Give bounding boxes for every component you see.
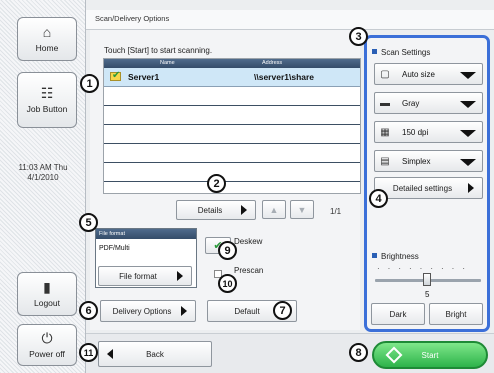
destination-row[interactable]: Server1 \\server1\share	[104, 68, 360, 87]
file-format-button-label: File format	[119, 271, 157, 281]
callout-2: 2	[207, 174, 226, 193]
sides-value: Simplex	[402, 157, 431, 166]
clock: 11:03 AM Thu 4/1/2010	[0, 163, 86, 183]
empty-row[interactable]	[104, 163, 360, 182]
job-button-label: Job Button	[26, 104, 68, 114]
col-address-header: Address	[262, 60, 283, 66]
document-icon: ▤	[380, 156, 390, 167]
destination-address: \\server1\share	[254, 72, 315, 82]
empty-row[interactable]	[104, 106, 360, 125]
back-label: Back	[146, 349, 164, 359]
file-format-button[interactable]: File format	[98, 266, 192, 286]
clipboard-icon: ☷	[40, 85, 54, 101]
color-mode-value: Gray	[402, 99, 420, 108]
chevron-down-icon	[460, 130, 476, 137]
file-format-header: File format	[96, 229, 196, 239]
prescan-label: Prescan	[234, 266, 264, 275]
delivery-options-label: Delivery Options	[112, 306, 172, 316]
home-icon: ⌂	[42, 24, 52, 40]
callout-4: 4	[369, 189, 388, 208]
logout-icon: ▮	[43, 279, 51, 295]
callout-9: 9	[218, 241, 237, 260]
page-title: Scan/Delivery Options	[95, 14, 170, 23]
bright-button[interactable]: Bright	[429, 303, 483, 325]
arrow-up-icon: ▲	[269, 204, 279, 215]
home-label: Home	[35, 43, 59, 53]
destination-name: Server1	[128, 72, 160, 82]
arrow-right-icon	[181, 306, 187, 316]
bright-label: Bright	[445, 309, 467, 319]
arrow-left-icon	[107, 349, 113, 359]
logout-button[interactable]: ▮ Logout	[17, 272, 77, 316]
details-button[interactable]: Details	[176, 200, 256, 220]
arrow-right-icon	[241, 205, 247, 215]
empty-row[interactable]	[104, 125, 360, 144]
power-icon: ⏻	[41, 330, 53, 346]
paper-size-select[interactable]: ▢ Auto size	[374, 63, 483, 85]
chevron-down-icon	[460, 159, 476, 166]
power-off-button[interactable]: ⏻ Power off	[17, 324, 77, 366]
scroll-down-button[interactable]: ▼	[290, 200, 314, 219]
brightness-slider-thumb[interactable]	[423, 273, 431, 286]
color-mode-select[interactable]: ▬ Gray	[374, 92, 483, 114]
power-off-label: Power off	[29, 349, 65, 359]
arrow-right-icon	[468, 183, 474, 193]
callout-8: 8	[349, 343, 368, 362]
logout-label: Logout	[34, 298, 60, 308]
scan-settings-panel: Scan Settings ▢ Auto size ▬ Gray ▦ 150 d…	[364, 35, 490, 332]
empty-row[interactable]	[104, 87, 360, 106]
callout-7: 7	[273, 301, 292, 320]
brightness-ticks: ·········	[377, 264, 473, 273]
file-format-value: PDF/Multi	[99, 245, 130, 252]
arrow-right-icon	[177, 271, 183, 281]
resolution-value: 150 dpi	[402, 128, 429, 137]
brightness-title: Brightness	[372, 252, 419, 261]
paper-icon: ▢	[380, 69, 390, 80]
destination-list[interactable]: Name Address Server1 \\server1\share	[103, 58, 361, 194]
arrow-down-icon: ▼	[297, 204, 307, 215]
chevron-down-icon	[460, 72, 476, 79]
scroll-up-button[interactable]: ▲	[262, 200, 286, 219]
paper-size-value: Auto size	[402, 70, 435, 79]
resolution-select[interactable]: ▦ 150 dpi	[374, 121, 483, 143]
home-button[interactable]: ⌂ Home	[17, 17, 77, 61]
delivery-options-button[interactable]: Delivery Options	[100, 300, 196, 322]
callout-1: 1	[80, 74, 99, 93]
grayscale-icon: ▬	[380, 98, 390, 109]
details-label: Details	[197, 205, 223, 215]
scan-hint: Touch [Start] to start scanning.	[104, 46, 213, 55]
title-bar: Scan/Delivery Options	[86, 10, 494, 30]
back-button[interactable]: Back	[98, 341, 212, 367]
dark-button[interactable]: Dark	[371, 303, 425, 325]
col-name-header: Name	[160, 60, 175, 66]
start-icon	[385, 346, 403, 364]
callout-5: 5	[79, 213, 98, 232]
callout-6: 6	[79, 301, 98, 320]
detailed-settings-button[interactable]: Detailed settings	[374, 177, 483, 199]
empty-row[interactable]	[104, 144, 360, 163]
clock-time: 11:03 AM Thu	[18, 163, 68, 172]
sides-select[interactable]: ▤ Simplex	[374, 150, 483, 172]
detailed-settings-label: Detailed settings	[392, 183, 453, 193]
callout-3: 3	[349, 27, 368, 46]
job-button[interactable]: ☷ Job Button	[17, 72, 77, 128]
resolution-icon: ▦	[380, 127, 390, 138]
dark-label: Dark	[389, 309, 407, 319]
callout-11: 11	[79, 343, 98, 362]
scan-settings-title: Scan Settings	[372, 48, 430, 57]
clock-date: 4/1/2010	[27, 173, 59, 182]
default-label: Default	[234, 306, 260, 316]
brightness-value: 5	[425, 290, 430, 299]
checkmark-icon	[110, 70, 121, 81]
chevron-down-icon	[460, 101, 476, 108]
start-button[interactable]: Start	[372, 341, 488, 369]
start-label: Start	[421, 350, 439, 360]
page-indicator: 1/1	[330, 207, 342, 216]
destination-list-header: Name Address	[104, 59, 360, 68]
callout-10: 10	[218, 274, 237, 293]
deskew-label: Deskew	[234, 237, 263, 246]
